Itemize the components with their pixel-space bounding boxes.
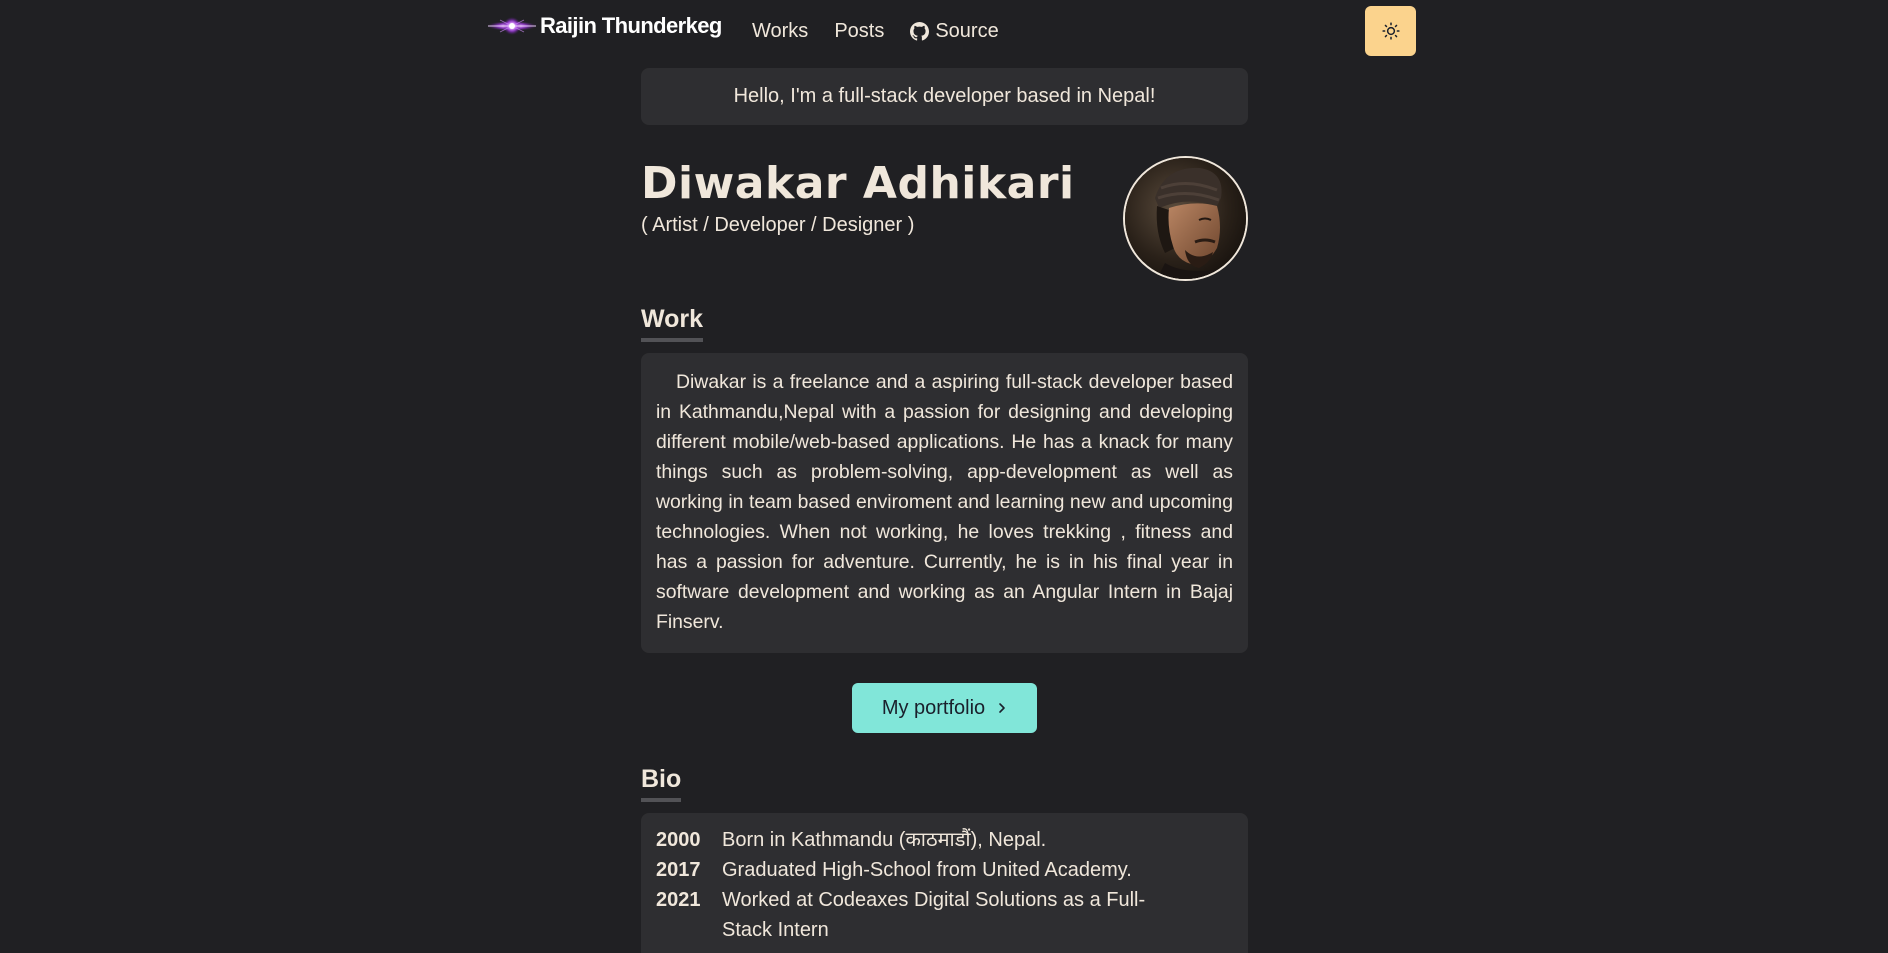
- github-icon: [910, 22, 930, 41]
- greeting-banner: Hello, I'm a full-stack developer based …: [641, 68, 1248, 125]
- main-content: Hello, I'm a full-stack developer based …: [641, 68, 1248, 953]
- logo-text: Raijin Thunderkeg: [540, 13, 722, 38]
- bio-text: Graduated High-School from United Academ…: [722, 859, 1132, 881]
- lightning-flare-icon: [487, 17, 537, 35]
- bio-list: 2000 Born in Kathmandu (काठमाडौं), Nepal…: [641, 813, 1248, 953]
- work-description: Diwakar is a freelance and a aspiring fu…: [656, 371, 1233, 633]
- profile-name: Diwakar Adhikari: [641, 158, 1075, 209]
- avatar: [1123, 156, 1248, 281]
- my-portfolio-label: My portfolio: [881, 696, 986, 719]
- work-description-card: Diwakar is a freelance and a aspiring fu…: [641, 353, 1248, 653]
- site-logo[interactable]: Raijin Thunderkeg: [486, 10, 722, 42]
- profile-photo: [1125, 158, 1246, 279]
- sun-icon: [1381, 22, 1400, 40]
- bio-year: 2017: [656, 859, 701, 881]
- bio-entry: 2017 Graduated High-School from United A…: [656, 855, 1233, 885]
- nav-link-works[interactable]: Works: [752, 20, 808, 43]
- navbar: Raijin Thunderkeg Works Posts Source: [0, 0, 1888, 66]
- bio-text: Worked at Codeaxes Digital Solutions as …: [722, 889, 1146, 941]
- bio-section-title: Bio: [641, 764, 682, 802]
- bio-entry: 2000 Born in Kathmandu (काठमाडौं), Nepal…: [656, 825, 1233, 855]
- theme-toggle-button[interactable]: [1365, 6, 1416, 56]
- work-section-title: Work: [641, 304, 704, 342]
- bio-year: 2000: [656, 829, 701, 851]
- bio-year: 2021: [656, 889, 701, 911]
- profile-roles: ( Artist / Developer / Designer ): [641, 214, 915, 236]
- chevron-right-icon: [999, 703, 1005, 713]
- bio-text: Born in Kathmandu (काठमाडौं), Nepal.: [722, 829, 1047, 851]
- my-portfolio-button[interactable]: My portfolio: [852, 683, 1037, 733]
- bio-entry: 2021 Worked at Codeaxes Digital Solution…: [656, 885, 1233, 945]
- nav-link-source-label: Source: [935, 20, 999, 42]
- nav-links: Works Posts Source: [752, 20, 1025, 43]
- nav-link-source[interactable]: Source: [910, 20, 999, 43]
- nav-link-posts[interactable]: Posts: [834, 20, 884, 43]
